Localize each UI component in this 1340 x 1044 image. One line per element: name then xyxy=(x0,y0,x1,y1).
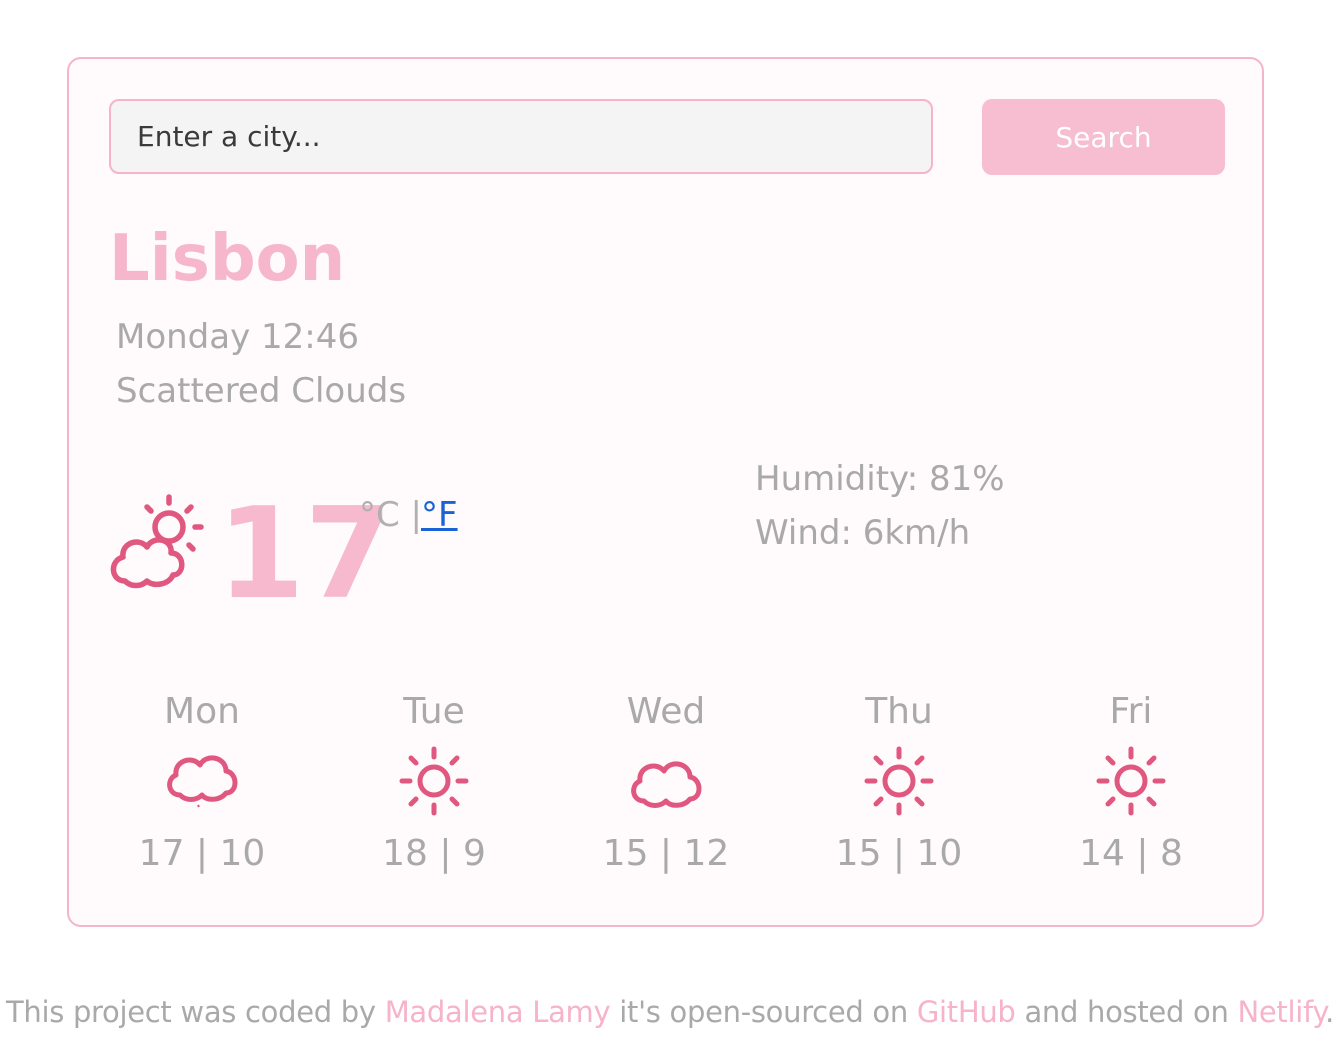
forecast-temps: 17 | 10 xyxy=(138,833,266,874)
forecast-day-name: Tue xyxy=(403,691,465,732)
forecast-temps: 15 | 10 xyxy=(835,833,963,874)
footer-text: and hosted on xyxy=(1015,995,1238,1029)
city-name: Lisbon xyxy=(109,222,346,296)
unit-celsius: °C | xyxy=(359,495,423,535)
forecast-day: Fri 14 | 8 xyxy=(1031,689,1231,879)
weather-card: Search Lisbon Monday 12:46 Scattered Clo… xyxy=(67,57,1264,927)
sun-icon xyxy=(1096,746,1166,816)
cloud-icon xyxy=(167,755,238,808)
wind: Wind: 6km/h xyxy=(755,513,971,553)
forecast-day-name: Thu xyxy=(865,691,933,732)
forecast-day-name: Wed xyxy=(626,691,706,732)
footer: This project was coded by Madalena Lamy … xyxy=(0,995,1340,1029)
github-link[interactable]: GitHub xyxy=(917,995,1016,1029)
unit-fahrenheit-link[interactable]: °F xyxy=(421,495,458,535)
forecast-day-name: Mon xyxy=(164,691,240,732)
humidity: Humidity: 81% xyxy=(755,459,1005,499)
forecast: Mon 17 | 10 Tue 18 | 9 Wed 15 | 12 Thu 1… xyxy=(69,689,1262,889)
sun-icon xyxy=(864,746,934,816)
cloud-icon xyxy=(631,761,702,808)
forecast-day: Wed 15 | 12 xyxy=(566,689,766,879)
forecast-temps: 14 | 8 xyxy=(1079,833,1183,874)
forecast-day-name: Fri xyxy=(1109,691,1153,732)
forecast-day: Thu 15 | 10 xyxy=(799,689,999,879)
forecast-day: Tue 18 | 9 xyxy=(334,689,534,879)
partly-cloudy-icon xyxy=(110,494,204,589)
forecast-temps: 15 | 12 xyxy=(602,833,730,874)
footer-text: it's open-sourced on xyxy=(610,995,917,1029)
author-link[interactable]: Madalena Lamy xyxy=(385,995,611,1029)
search-button[interactable]: Search xyxy=(982,99,1225,175)
sun-icon xyxy=(399,746,469,816)
city-search-input[interactable] xyxy=(109,99,933,174)
weather-description: Scattered Clouds xyxy=(116,371,407,411)
forecast-temps: 18 | 9 xyxy=(382,833,486,874)
footer-text: . xyxy=(1325,995,1335,1029)
netlify-link[interactable]: Netlify xyxy=(1237,995,1325,1029)
forecast-day: Mon 17 | 10 xyxy=(102,689,302,879)
footer-text: This project was coded by xyxy=(5,995,385,1029)
date-time: Monday 12:46 xyxy=(116,317,360,357)
